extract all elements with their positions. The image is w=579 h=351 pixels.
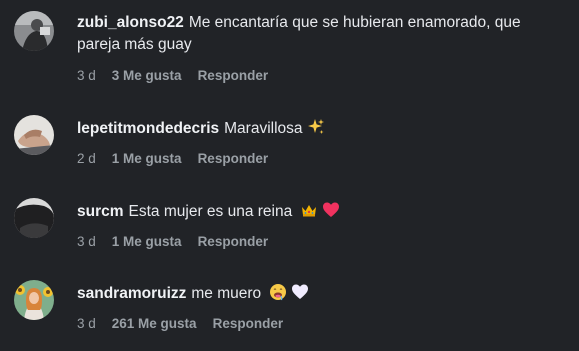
- comment-text: surcm Esta mujer es una reina: [77, 201, 567, 226]
- comment-actions: 2 d 1 Me gusta Responder: [77, 151, 284, 166]
- comment-username[interactable]: surcm: [77, 203, 124, 220]
- comment-message: Esta mujer es una reina: [128, 203, 293, 220]
- comment-text: lepetitmondedecris Maravillosa: [77, 118, 567, 143]
- red-heart-icon: [322, 201, 340, 226]
- drooling-face-icon: [269, 283, 287, 308]
- comment-likes[interactable]: 1 Me gusta: [112, 151, 182, 166]
- comment-time[interactable]: 3 d: [77, 316, 96, 331]
- crown-icon: [300, 201, 318, 226]
- comment-username[interactable]: sandramoruizz: [77, 285, 186, 302]
- comment-time[interactable]: 3 d: [77, 234, 96, 249]
- reply-button[interactable]: Responder: [198, 68, 269, 83]
- comment-actions: 3 d 1 Me gusta Responder: [77, 234, 284, 249]
- comment-time[interactable]: 3 d: [77, 68, 96, 83]
- comment-text: sandramoruizz me muero: [77, 283, 567, 308]
- comment-likes[interactable]: 1 Me gusta: [112, 234, 182, 249]
- comment-likes[interactable]: 261 Me gusta: [112, 316, 197, 331]
- comment-actions: 3 d 3 Me gusta Responder: [77, 68, 284, 83]
- sparkles-icon: [307, 118, 325, 143]
- comment-actions: 3 d 261 Me gusta Responder: [77, 316, 299, 331]
- reply-button[interactable]: Responder: [213, 316, 284, 331]
- avatar[interactable]: [14, 11, 54, 51]
- avatar[interactable]: [14, 280, 54, 320]
- reply-button[interactable]: Responder: [198, 151, 269, 166]
- avatar[interactable]: [14, 198, 54, 238]
- comment-text: zubi_alonso22 Me encantaría que se hubier…: [77, 12, 567, 56]
- avatar[interactable]: [14, 115, 54, 155]
- comment-username[interactable]: zubi_alonso22: [77, 14, 184, 31]
- comment-message: me muero: [191, 285, 262, 302]
- white-heart-icon: [291, 283, 309, 308]
- comment-username[interactable]: lepetitmondedecris: [77, 120, 219, 137]
- comment-time[interactable]: 2 d: [77, 151, 96, 166]
- comment-message: Maravillosa: [224, 120, 303, 137]
- comment-likes[interactable]: 3 Me gusta: [112, 68, 182, 83]
- reply-button[interactable]: Responder: [198, 234, 269, 249]
